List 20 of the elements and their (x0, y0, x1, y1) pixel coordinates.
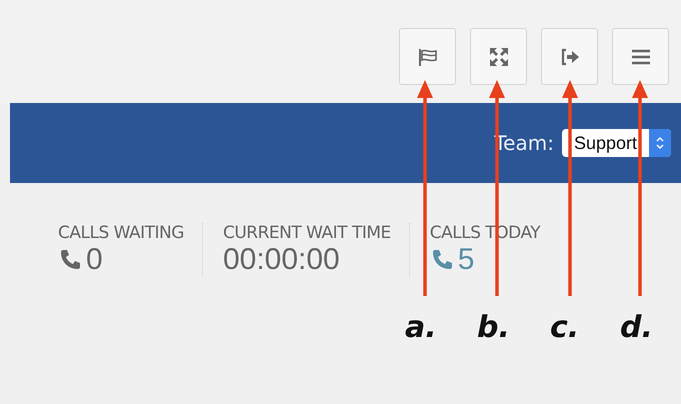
chevron-up-down-icon (656, 136, 664, 150)
flag-icon (418, 48, 438, 66)
annotation-label: b. (477, 310, 510, 345)
stat-value: 5 (458, 243, 474, 277)
stat-label: CURRENT WAIT TIME (222, 223, 391, 243)
annotation-label: c. (550, 310, 580, 345)
stat-value: 00:00:00 (222, 243, 340, 277)
fullscreen-button[interactable] (470, 28, 527, 85)
annotation-label: a. (405, 310, 437, 345)
expand-icon (488, 46, 508, 66)
phone-icon (58, 248, 82, 272)
menu-icon (630, 48, 650, 64)
sign-out-icon (560, 48, 580, 66)
stat-label: CALLS WAITING (58, 223, 184, 243)
annotation-label: d. (620, 310, 653, 345)
stat-value: 0 (86, 243, 103, 277)
team-select[interactable]: Support (562, 129, 671, 157)
sign-out-button[interactable] (541, 28, 598, 85)
menu-button[interactable] (612, 28, 669, 85)
flag-button[interactable] (399, 28, 456, 85)
